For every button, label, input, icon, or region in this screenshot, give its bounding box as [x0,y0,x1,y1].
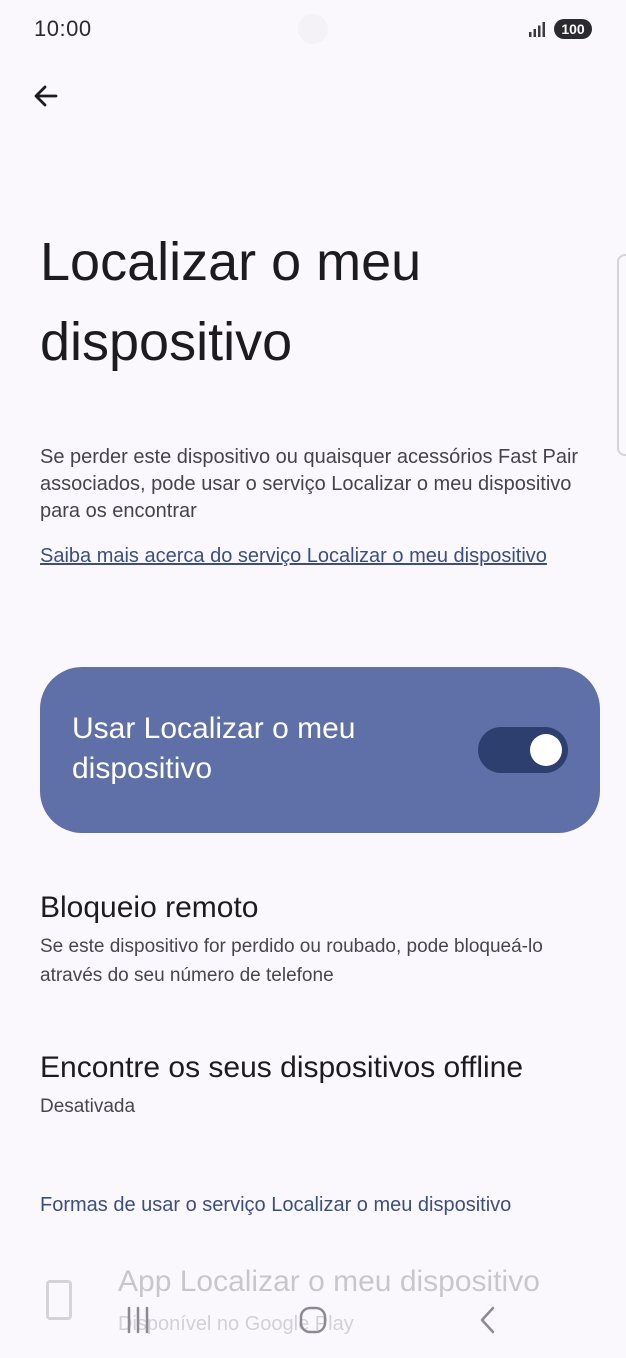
setting-subtitle: Desativada [40,1096,136,1117]
home-button[interactable] [285,1298,341,1342]
arrow-left-icon [34,85,58,107]
camera-cutout [298,14,328,44]
use-find-my-device-switch-card[interactable]: Usar Localizar o meu dispositivo [40,667,600,833]
setting-title: Bloqueio remoto [40,891,259,924]
learn-more-link[interactable]: Saiba mais acerca do serviço Localizar o… [40,540,560,572]
status-time: 10:00 [34,16,92,41]
nav-back-button[interactable] [460,1298,516,1342]
status-bar: 10:00 100 [0,0,626,58]
section-header-ways: Formas de usar o serviço Localizar o meu… [40,1194,512,1216]
setting-offline-devices[interactable]: Encontre os seus dispositivos offline De… [40,1048,600,1121]
signal-icon [529,22,545,37]
scroll-indicator [617,254,626,456]
setting-remote-lock[interactable]: Bloqueio remoto Se este dispositivo for … [40,888,600,990]
back-icon [480,1306,495,1334]
recent-apps-button[interactable] [110,1298,166,1342]
home-icon [299,1306,327,1334]
battery-level: 100 [561,21,585,37]
page-title: Localizar o meu dispositivo [40,232,422,372]
battery-icon: 100 [554,19,592,39]
back-button[interactable] [24,74,68,118]
intro-description: Se perder este dispositivo ou quaisquer … [40,446,579,522]
use-find-my-device-label: Usar Localizar o meu dispositivo [72,712,356,785]
use-find-my-device-toggle[interactable] [478,727,568,773]
setting-title: Encontre os seus dispositivos offline [40,1051,524,1084]
navigation-bar [0,1290,626,1358]
recent-apps-icon [127,1306,149,1334]
toggle-knob [530,734,562,766]
setting-subtitle: Se este dispositivo for perdido ou rouba… [40,936,543,986]
